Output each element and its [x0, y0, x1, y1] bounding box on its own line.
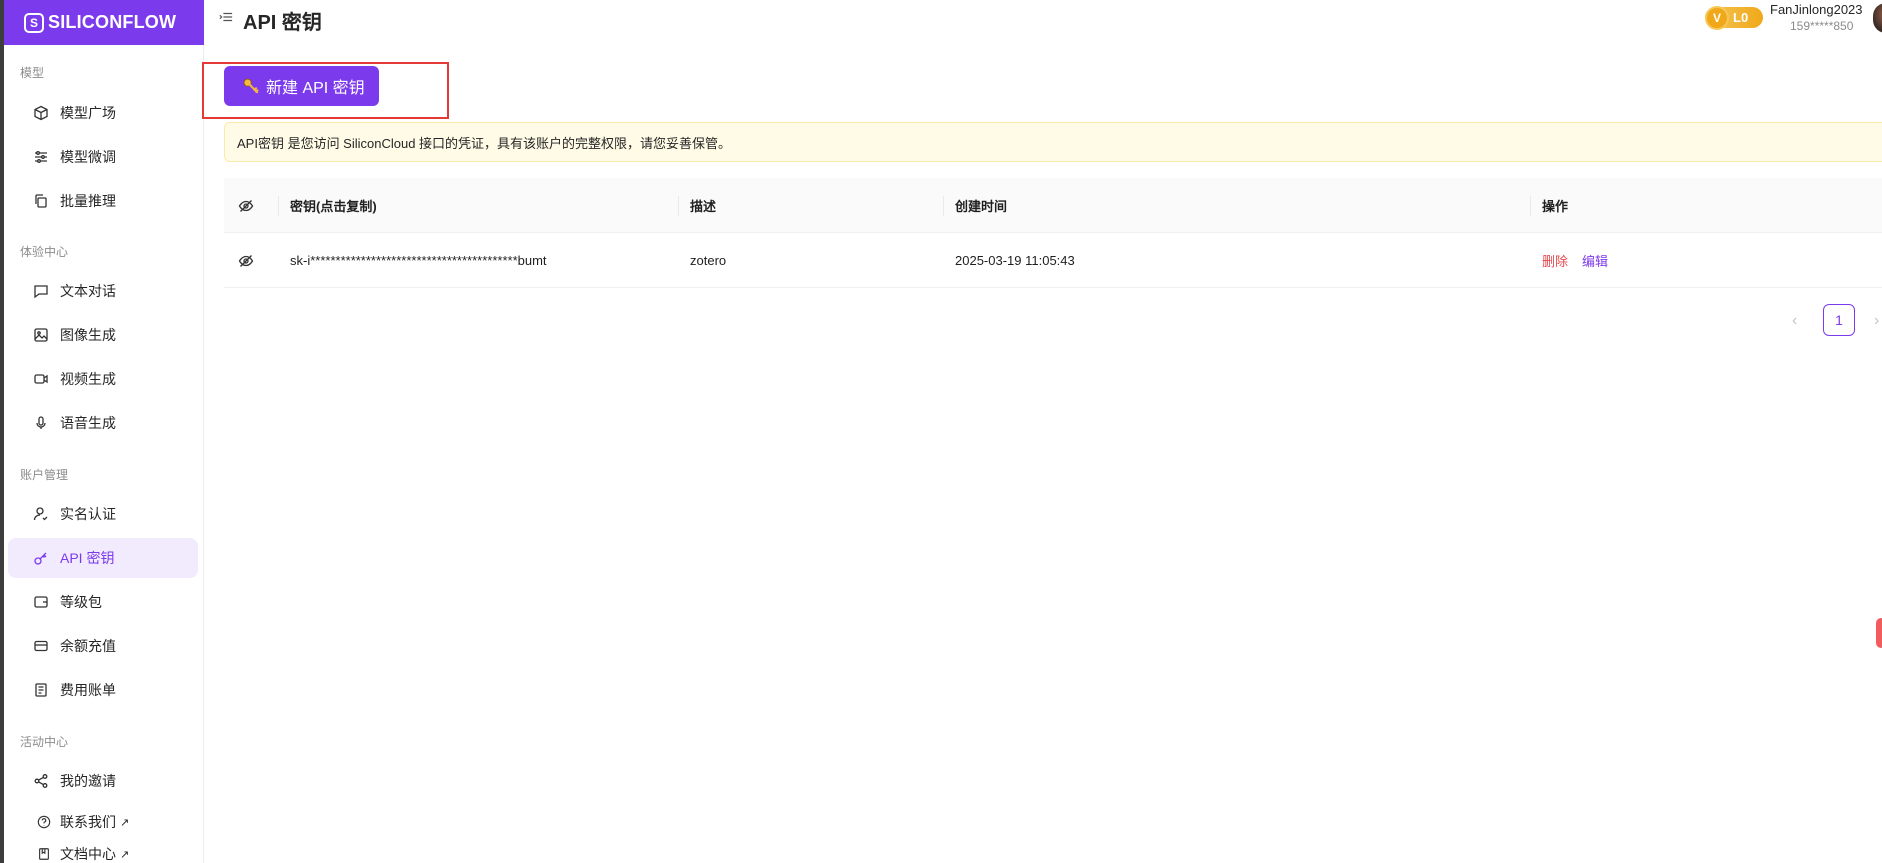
sidebar-item-api-keys[interactable]: API 密钥 — [8, 538, 198, 578]
sidebar-item-label: 等级包 — [60, 594, 102, 610]
api-keys-table: 密钥(点击复制) 描述 创建时间 操作 sk-i****************… — [224, 178, 1882, 288]
toggle-visibility-all-icon[interactable] — [238, 178, 258, 233]
sidebar-item-label: 联系我们 — [60, 814, 116, 830]
sidebar-item-label: 模型广场 — [60, 105, 116, 121]
sliders-icon — [32, 148, 50, 166]
bill-icon — [32, 681, 50, 699]
column-header-created: 创建时间 — [942, 178, 1007, 233]
level-label: L0 — [1733, 10, 1749, 25]
api-key-value[interactable]: sk-i************************************… — [290, 233, 547, 288]
pagination-prev-button[interactable]: ‹ — [1792, 312, 1797, 330]
section-experience: 体验中心 — [20, 245, 69, 259]
sidebar-item-label: 文档中心 — [60, 846, 116, 862]
table-row: sk-i************************************… — [224, 233, 1882, 288]
pagination-next-button[interactable]: › — [1874, 312, 1879, 330]
section-account: 账户管理 — [20, 468, 69, 482]
key-description: zotero — [690, 253, 727, 268]
notice-text: API密钥 是您访问 SiliconCloud 接口的凭证，具有该账户的完整权限… — [237, 135, 732, 151]
vip-level-badge[interactable]: V L0 — [1705, 6, 1763, 30]
sidebar-item-label: 实名认证 — [60, 506, 116, 522]
help-icon — [36, 814, 52, 830]
sidebar-item-text-chat[interactable]: 文本对话 — [8, 271, 198, 311]
column-header-key: 密钥(点击复制) — [278, 178, 377, 233]
sidebar-item-label: 费用账单 — [60, 682, 116, 698]
siliconflow-logo-icon: S — [24, 12, 44, 33]
sidebar-item-invite[interactable]: 我的邀请 — [8, 761, 198, 801]
sidebar-item-billing[interactable]: 费用账单 — [8, 670, 198, 710]
card-icon — [32, 637, 50, 655]
doc-icon — [36, 846, 52, 862]
external-link-icon: ↗ — [120, 848, 130, 861]
sidebar-item-docs[interactable]: 文档中心 ↗ — [8, 840, 198, 863]
username[interactable]: FanJinlong2023 — [1770, 2, 1863, 17]
pagination-page-1[interactable]: 1 — [1823, 304, 1855, 336]
user-phone: 159*****850 — [1790, 19, 1854, 33]
key-created-time: 2025-03-19 11:05:43 — [955, 253, 1075, 268]
sidebar-item-real-name[interactable]: 实名认证 — [8, 494, 198, 534]
menu-collapse-icon[interactable] — [219, 10, 235, 26]
share-icon — [32, 772, 50, 790]
delete-button[interactable]: 删除 — [1542, 251, 1568, 270]
sidebar-item-fine-tune[interactable]: 模型微调 — [8, 137, 198, 177]
new-api-key-button[interactable]: 新建 API 密钥 — [224, 66, 379, 106]
column-header-actions: 操作 — [1529, 178, 1568, 233]
sidebar-item-video-gen[interactable]: 视频生成 — [8, 359, 198, 399]
table-header-row: 密钥(点击复制) 描述 创建时间 操作 — [224, 178, 1882, 233]
sidebar-item-level-package[interactable]: 等级包 — [8, 582, 198, 622]
sidebar-item-model-square[interactable]: 模型广场 — [8, 93, 198, 133]
sidebar-item-label: 余额充值 — [60, 638, 116, 654]
brand-logo[interactable]: S SILICONFLOW — [4, 0, 204, 45]
key-icon — [32, 549, 50, 567]
brand-name: SILICONFLOW — [48, 12, 177, 32]
sidebar-item-label: 语音生成 — [60, 415, 116, 431]
sidebar: S SILICONFLOW 模型 模型广场 模型微调 批量推理 体验中心 文本对… — [0, 0, 204, 863]
vip-icon: V — [1705, 6, 1729, 30]
sidebar-item-image-gen[interactable]: 图像生成 — [8, 315, 198, 355]
column-header-description: 描述 — [677, 178, 716, 233]
sidebar-item-label: 我的邀请 — [60, 773, 116, 789]
sidebar-item-voice-gen[interactable]: 语音生成 — [8, 403, 198, 443]
external-link-icon: ↗ — [120, 816, 130, 829]
wallet-icon — [32, 593, 50, 611]
sidebar-item-contact[interactable]: 联系我们 ↗ — [8, 808, 198, 836]
toggle-visibility-icon[interactable] — [238, 233, 258, 288]
copy-icon — [32, 192, 50, 210]
sidebar-item-label: 模型微调 — [60, 149, 116, 165]
image-icon — [32, 326, 50, 344]
edit-button[interactable]: 编辑 — [1582, 251, 1608, 270]
sidebar-item-recharge[interactable]: 余额充值 — [8, 626, 198, 666]
cube-icon — [32, 104, 50, 122]
sidebar-item-batch-inference[interactable]: 批量推理 — [8, 181, 198, 221]
floating-widget[interactable] — [1876, 618, 1882, 648]
header: API 密钥 V L0 FanJinlong2023 159*****850 — [205, 0, 1882, 40]
key-icon — [242, 77, 260, 95]
row-actions: 删除 编辑 — [1542, 233, 1608, 288]
section-activity: 活动中心 — [20, 735, 69, 749]
user-check-icon — [32, 505, 50, 523]
sidebar-item-label: API 密钥 — [60, 550, 115, 566]
sidebar-item-label: 视频生成 — [60, 371, 116, 387]
video-icon — [32, 370, 50, 388]
sidebar-item-label: 批量推理 — [60, 193, 116, 209]
sidebar-item-label: 文本对话 — [60, 283, 116, 299]
notice-banner: API密钥 是您访问 SiliconCloud 接口的凭证，具有该账户的完整权限… — [224, 122, 1882, 162]
chat-icon — [32, 282, 50, 300]
page-title: API 密钥 — [243, 12, 322, 34]
section-model: 模型 — [20, 66, 45, 80]
avatar[interactable] — [1873, 3, 1882, 33]
new-api-key-label: 新建 API 密钥 — [266, 80, 365, 97]
mic-icon — [32, 414, 50, 432]
sidebar-item-label: 图像生成 — [60, 327, 116, 343]
